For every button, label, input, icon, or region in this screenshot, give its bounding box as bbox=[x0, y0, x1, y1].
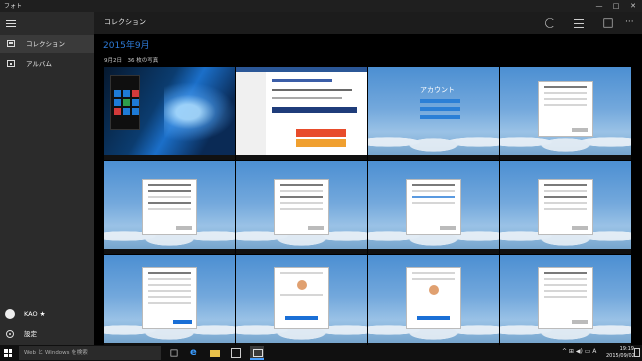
album-icon bbox=[7, 60, 15, 67]
photo-thumbnail[interactable] bbox=[104, 67, 235, 160]
clock-date: 2015/09/02 bbox=[606, 352, 635, 359]
more-icon[interactable]: ··· bbox=[625, 16, 639, 30]
start-button[interactable] bbox=[4, 349, 12, 357]
select-icon[interactable] bbox=[572, 16, 586, 30]
month-heading[interactable]: 2015年9月 bbox=[103, 38, 150, 51]
collection-view: 2015年9月 9月2日 36 枚の写真 アカウント bbox=[94, 34, 642, 348]
gear-icon bbox=[6, 330, 14, 338]
search-input[interactable]: Web と Windows を検索 bbox=[19, 346, 161, 360]
photo-thumbnail[interactable] bbox=[236, 67, 367, 160]
store-icon[interactable] bbox=[231, 348, 241, 358]
user-account[interactable]: KAO ★ bbox=[0, 306, 94, 322]
sidebar-item-label: アルバム bbox=[26, 60, 52, 68]
sidebar-item-collection[interactable]: コレクション bbox=[0, 35, 94, 53]
photo-thumbnail[interactable]: アカウント bbox=[368, 67, 499, 160]
page-title: コレクション bbox=[104, 18, 146, 26]
slideshow-icon[interactable] bbox=[603, 18, 613, 28]
photo-thumbnail[interactable] bbox=[368, 255, 499, 348]
photo-thumbnail[interactable] bbox=[500, 161, 631, 254]
header: コレクション ··· bbox=[94, 12, 642, 34]
phone-mockup bbox=[110, 75, 140, 130]
minimize-button[interactable]: — bbox=[590, 0, 608, 12]
sidebar-item-album[interactable]: アルバム bbox=[0, 55, 94, 73]
photo-thumbnail[interactable] bbox=[500, 255, 631, 348]
file-explorer-icon[interactable] bbox=[210, 350, 220, 357]
avatar bbox=[5, 309, 15, 319]
edge-icon[interactable]: e bbox=[190, 348, 200, 358]
photo-thumbnail[interactable] bbox=[500, 67, 631, 160]
hamburger-menu-icon[interactable] bbox=[6, 20, 16, 28]
date-group-label: 9月2日 36 枚の写真 bbox=[104, 58, 159, 64]
settings-label: 設定 bbox=[24, 330, 37, 338]
sidebar: コレクション アルバム KAO ★ 設定 bbox=[0, 12, 94, 345]
taskbar: Web と Windows を検索 e ^ ⊞ ◀) ▭ A 19:19 201… bbox=[0, 345, 642, 361]
task-view-icon[interactable] bbox=[170, 349, 178, 357]
photo-thumbnail[interactable] bbox=[236, 161, 367, 254]
taskbar-clock[interactable]: 19:19 2015/09/02 bbox=[606, 346, 635, 359]
collection-icon bbox=[7, 40, 15, 47]
photo-thumbnail[interactable] bbox=[368, 161, 499, 254]
notification-icon[interactable] bbox=[634, 348, 640, 357]
photo-thumbnail[interactable] bbox=[104, 255, 235, 348]
photos-app-icon[interactable] bbox=[250, 346, 264, 360]
maximize-button[interactable]: □ bbox=[607, 0, 625, 12]
sidebar-item-label: コレクション bbox=[26, 40, 65, 48]
photo-thumbnail[interactable] bbox=[236, 255, 367, 348]
user-name: KAO ★ bbox=[24, 310, 46, 318]
photo-thumbnail[interactable] bbox=[104, 161, 235, 254]
settings-item[interactable]: 設定 bbox=[0, 327, 94, 341]
app-title: フォト bbox=[4, 3, 23, 10]
close-button[interactable]: ✕ bbox=[624, 0, 642, 12]
title-bar: フォト — □ ✕ bbox=[0, 0, 642, 12]
refresh-icon[interactable] bbox=[545, 18, 555, 28]
account-title: アカウント bbox=[420, 86, 455, 94]
system-tray-icons[interactable]: ^ ⊞ ◀) ▭ A bbox=[562, 348, 596, 355]
